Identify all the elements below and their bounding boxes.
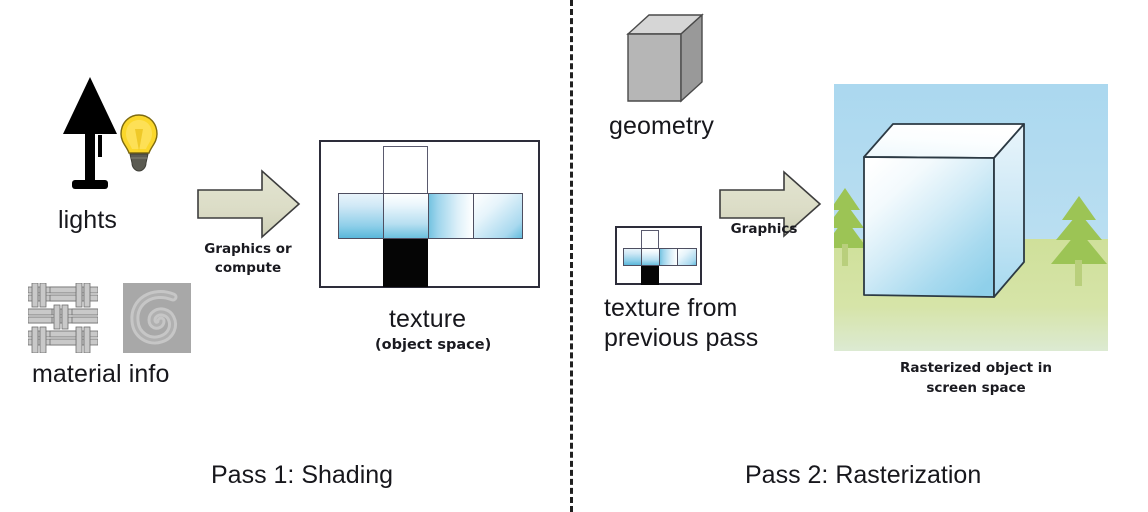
rasterized-cube [863, 123, 1025, 298]
geometry-label: geometry [609, 112, 715, 140]
gray-3d-cube-icon [625, 12, 705, 104]
arrow-right-label-line1: Graphics [730, 221, 798, 237]
texture-thumbnail-graphic [615, 226, 702, 285]
texture-prev-line2: previous pass [604, 324, 759, 352]
thumb-face-front [641, 248, 660, 266]
texture-face-bottom [383, 238, 428, 287]
texture-object-space-graphic [319, 140, 540, 288]
pass-2-caption: Pass 2: Rasterization [745, 461, 982, 489]
thumb-face-right [659, 248, 678, 266]
texture-label: texture [389, 305, 467, 333]
texture-face-left [338, 193, 384, 239]
texture-face-right [428, 193, 474, 239]
panel-divider [570, 0, 573, 512]
lights-label: lights [58, 206, 117, 234]
diagram-canvas: lights material info Graphics or compute… [0, 0, 1148, 512]
rendered-scene [834, 84, 1108, 351]
gray-spiral-swatch [123, 283, 191, 353]
basket-weave-swatch [27, 282, 99, 354]
light-bulb-icon [118, 113, 160, 175]
rasterized-object-caption: Rasterized object in screen space [866, 358, 1086, 398]
material-info-label: material info [32, 360, 170, 388]
thumb-face-back [677, 248, 697, 266]
texture-face-back [473, 193, 523, 239]
thumb-face-bottom [641, 266, 659, 285]
thumb-face-left [623, 248, 642, 266]
scene-caption-line1: Rasterized object in [900, 360, 1052, 376]
pass-1-caption: Pass 1: Shading [211, 461, 394, 489]
arrow-label-line2: compute [214, 260, 282, 276]
graphics-or-compute-arrow [196, 168, 301, 240]
scene-caption-line2: screen space [926, 380, 1026, 396]
texture-prev-line1: texture from [604, 294, 738, 322]
graphics-arrow-label: Graphics [718, 220, 810, 239]
texture-face-front [383, 193, 429, 239]
texture-sublabel: (object space) [375, 337, 492, 353]
graphics-or-compute-label: Graphics or compute [196, 240, 300, 278]
arrow-label-line1: Graphics or [204, 241, 292, 257]
texture-from-previous-pass-label: texture from previous pass [604, 293, 784, 353]
